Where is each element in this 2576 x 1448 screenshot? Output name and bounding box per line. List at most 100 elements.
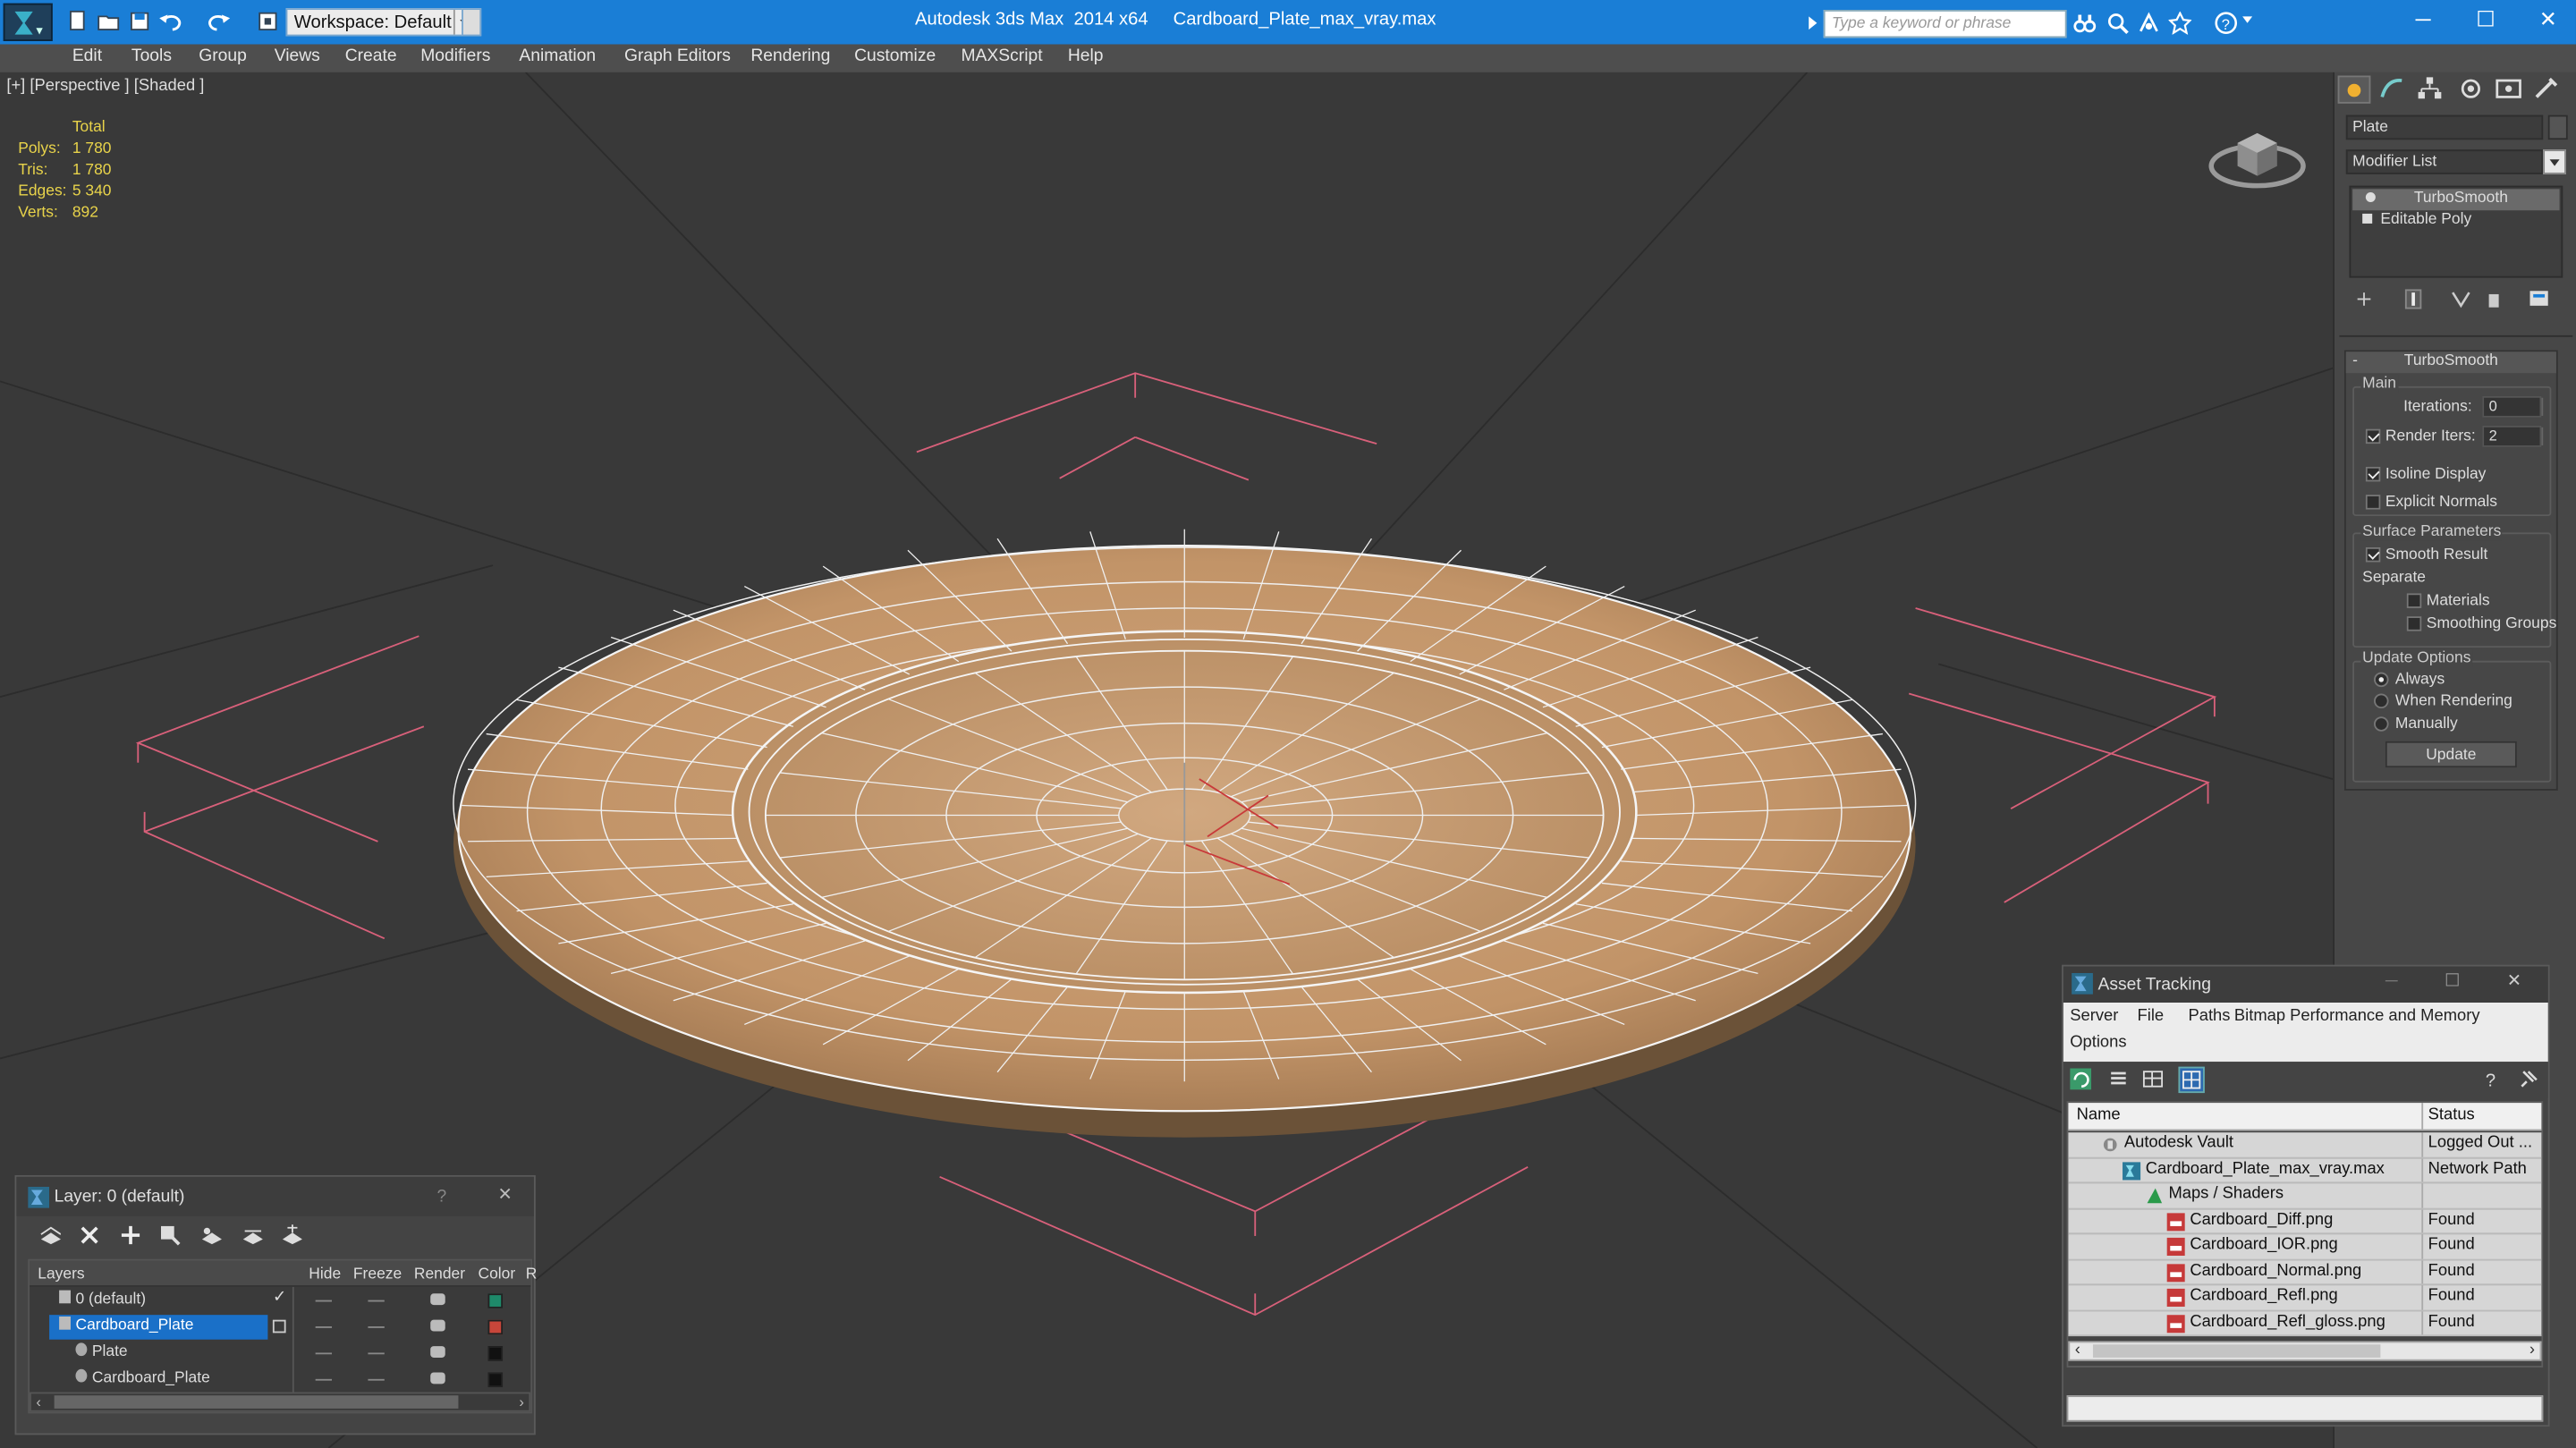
close-button[interactable]: ✕: [2531, 6, 2564, 36]
iterations-spinner[interactable]: 0: [2482, 395, 2544, 418]
menu-group[interactable]: Group: [199, 46, 247, 65]
stack-item-turbosmooth[interactable]: TurboSmooth: [2352, 189, 2560, 211]
hide-toggle[interactable]: [315, 1352, 333, 1355]
delete-layer-icon[interactable]: [79, 1224, 100, 1246]
app-menu-button[interactable]: [3, 3, 53, 41]
freeze-toggle[interactable]: [368, 1300, 385, 1302]
scroll-thumb[interactable]: [54, 1395, 459, 1409]
add-to-layer-icon[interactable]: [120, 1224, 141, 1246]
set-current-layer-box[interactable]: [272, 1319, 286, 1334]
create-layer-icon[interactable]: [39, 1224, 62, 1246]
remove-modifier-icon[interactable]: [2484, 289, 2504, 309]
hide-toggle[interactable]: [315, 1326, 333, 1328]
new-file-icon[interactable]: [65, 10, 89, 33]
layer-row-selected[interactable]: Cardboard_Plate: [30, 1315, 530, 1340]
modifier-list-dropdown[interactable]: Modifier List: [2345, 149, 2544, 174]
save-icon[interactable]: [128, 10, 151, 33]
render-teapot-icon[interactable]: [430, 1293, 445, 1306]
expand-plus-icon[interactable]: [2362, 213, 2373, 224]
redo-icon[interactable]: [207, 10, 231, 33]
asset-menu-bitmap-performance[interactable]: Bitmap Performance and Memory: [2234, 1008, 2480, 1026]
radiosity-column-header[interactable]: R: [526, 1266, 538, 1283]
workspace-dropdown[interactable]: Workspace: Default: [285, 8, 480, 37]
layers-column-header[interactable]: Layers: [38, 1266, 84, 1283]
update-manually-radio[interactable]: [2374, 716, 2389, 732]
render-teapot-icon[interactable]: [430, 1372, 445, 1384]
lightbulb-icon[interactable]: [2365, 192, 2376, 203]
layer-window-titlebar[interactable]: Layer: 0 (default) ? ✕: [16, 1176, 534, 1216]
render-iters-checkbox[interactable]: [2365, 428, 2381, 445]
active-layer-check-icon[interactable]: ✓: [273, 1289, 286, 1307]
open-file-icon[interactable]: [97, 10, 120, 33]
hide-unhide-all-layers-icon[interactable]: [242, 1224, 263, 1246]
layer-color-swatch[interactable]: [487, 1372, 504, 1388]
update-when-rendering-radio[interactable]: [2374, 693, 2389, 709]
scroll-right-icon[interactable]: ›: [2529, 1342, 2535, 1359]
motion-tab-icon[interactable]: [2456, 76, 2489, 104]
subscription-icon[interactable]: [2106, 12, 2130, 35]
highlight-selected-layer-icon[interactable]: [200, 1224, 222, 1246]
asset-menu-paths[interactable]: Paths: [2188, 1008, 2230, 1026]
menu-edit[interactable]: Edit: [72, 46, 102, 65]
modify-tab-icon[interactable]: [2377, 76, 2411, 104]
render-teapot-icon[interactable]: [430, 1346, 445, 1358]
maximize-button[interactable]: ☐: [2470, 6, 2503, 36]
help-dropdown-icon[interactable]: [2242, 16, 2253, 28]
workspace-dropdown-arrow[interactable]: [462, 8, 482, 37]
menu-modifiers[interactable]: Modifiers: [420, 46, 490, 65]
scroll-thumb[interactable]: [2092, 1344, 2381, 1358]
menu-help[interactable]: Help: [1068, 46, 1104, 65]
asset-window-titlebar[interactable]: Asset Tracking ─ ☐ ✕: [2063, 966, 2548, 1003]
minimize-button[interactable]: ─: [2407, 6, 2440, 36]
asset-row[interactable]: Cardboard_Diff.png Found: [2068, 1208, 2542, 1235]
asset-horizontal-scrollbar[interactable]: ‹ ›: [2068, 1341, 2542, 1361]
grid-view-icon[interactable]: [2178, 1066, 2205, 1094]
freeze-unfreeze-all-layers-icon[interactable]: [281, 1224, 302, 1246]
asset-path-field[interactable]: [2066, 1395, 2544, 1422]
binoculars-icon[interactable]: [2073, 12, 2097, 35]
help-icon[interactable]: ?: [2215, 12, 2238, 35]
asset-menu-options[interactable]: Options: [2070, 1034, 2126, 1052]
menu-graph-editors[interactable]: Graph Editors: [624, 46, 731, 65]
render-iters-spinner[interactable]: 2: [2482, 425, 2544, 447]
communication-center-icon[interactable]: [2138, 12, 2161, 35]
object-color-swatch[interactable]: [2547, 114, 2568, 140]
viewcube-icon[interactable]: [2201, 114, 2317, 196]
scroll-left-icon[interactable]: ‹: [36, 1393, 41, 1410]
scroll-left-icon[interactable]: ‹: [2075, 1342, 2080, 1359]
hide-toggle[interactable]: [315, 1300, 333, 1302]
hierarchy-tab-icon[interactable]: [2415, 76, 2448, 104]
asset-row[interactable]: Cardboard_Refl_gloss.png Found: [2068, 1310, 2542, 1337]
show-end-result-icon[interactable]: [2404, 289, 2422, 309]
pin-stack-icon[interactable]: [2354, 289, 2374, 309]
hide-column-header[interactable]: Hide: [309, 1266, 341, 1283]
asset-help-icon[interactable]: ?: [2480, 1069, 2502, 1091]
search-expand-icon[interactable]: [1809, 16, 1824, 30]
viewport-label[interactable]: [+] [Perspective ] [Shaded ]: [6, 77, 204, 95]
asset-menu-file[interactable]: File: [2138, 1008, 2165, 1026]
create-tab-icon[interactable]: [2337, 75, 2371, 104]
object-name-field[interactable]: Plate: [2345, 114, 2544, 140]
freeze-toggle[interactable]: [368, 1352, 385, 1355]
layer-help-icon[interactable]: ?: [437, 1187, 447, 1207]
freeze-toggle[interactable]: [368, 1326, 385, 1328]
freeze-toggle[interactable]: [368, 1378, 385, 1381]
smoothing-groups-checkbox[interactable]: [2406, 616, 2422, 631]
menu-tools[interactable]: Tools: [131, 46, 172, 65]
asset-minimize-button[interactable]: ─: [2385, 971, 2398, 991]
asset-pin-icon[interactable]: [2517, 1069, 2538, 1090]
menu-customize[interactable]: Customize: [854, 46, 936, 65]
menu-views[interactable]: Views: [275, 46, 320, 65]
menu-animation[interactable]: Animation: [519, 46, 596, 65]
status-column-header[interactable]: Status: [2428, 1106, 2475, 1124]
color-column-header[interactable]: Color: [478, 1266, 515, 1283]
layer-close-icon[interactable]: ✕: [498, 1185, 513, 1205]
update-button[interactable]: Update: [2385, 741, 2517, 768]
project-folder-icon[interactable]: [257, 10, 280, 33]
menu-rendering[interactable]: Rendering: [750, 46, 830, 65]
asset-row[interactable]: Cardboard_IOR.png Found: [2068, 1234, 2542, 1260]
make-unique-icon[interactable]: [2451, 289, 2470, 309]
scroll-right-icon[interactable]: ›: [519, 1393, 524, 1410]
asset-maximize-button[interactable]: ☐: [2445, 971, 2460, 991]
render-teapot-icon[interactable]: [430, 1319, 445, 1332]
